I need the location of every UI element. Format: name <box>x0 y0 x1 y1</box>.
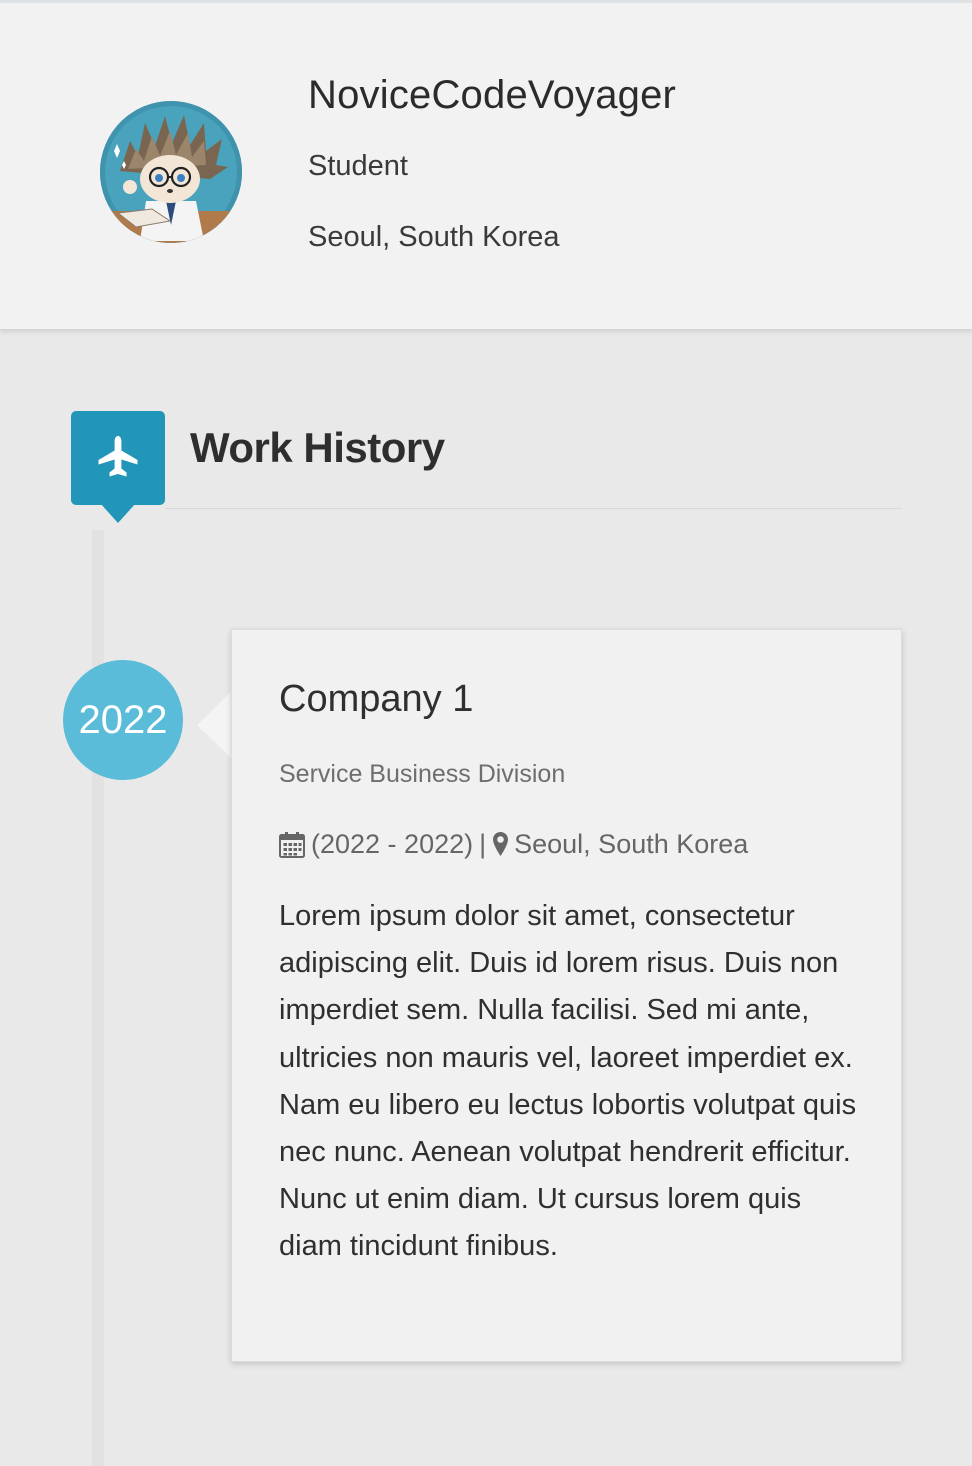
card-pointer <box>197 692 231 758</box>
profile-header: NoviceCodeVoyager Student Seoul, South K… <box>0 0 972 330</box>
avatar[interactable] <box>100 101 242 243</box>
job-description: Lorem ipsum dolor sit amet, consectetur … <box>279 900 857 1263</box>
job-meta: (2022 - 2022) | Seoul, South Korea <box>279 827 748 861</box>
section-icon-badge <box>71 411 165 523</box>
profile-location: Seoul, South Korea <box>308 221 560 253</box>
section-title: Work History <box>190 424 445 471</box>
hedgehog-avatar-icon <box>100 101 242 243</box>
company-division: Service Business Division <box>279 760 566 788</box>
work-history-card: Company 1 Service Business Division (202… <box>231 629 902 1362</box>
airplane-icon <box>98 436 138 477</box>
job-location: Seoul, South Korea <box>514 828 749 859</box>
map-marker-icon <box>493 832 509 856</box>
profile-name: NoviceCodeVoyager <box>308 73 677 117</box>
job-date-range: (2022 - 2022) <box>311 828 474 859</box>
meta-separator: | <box>479 828 487 859</box>
year-badge: 2022 <box>63 660 183 780</box>
company-name: Company 1 <box>279 678 474 720</box>
section-divider <box>165 508 902 509</box>
calendar-icon <box>279 831 305 858</box>
profile-role: Student <box>308 150 408 182</box>
